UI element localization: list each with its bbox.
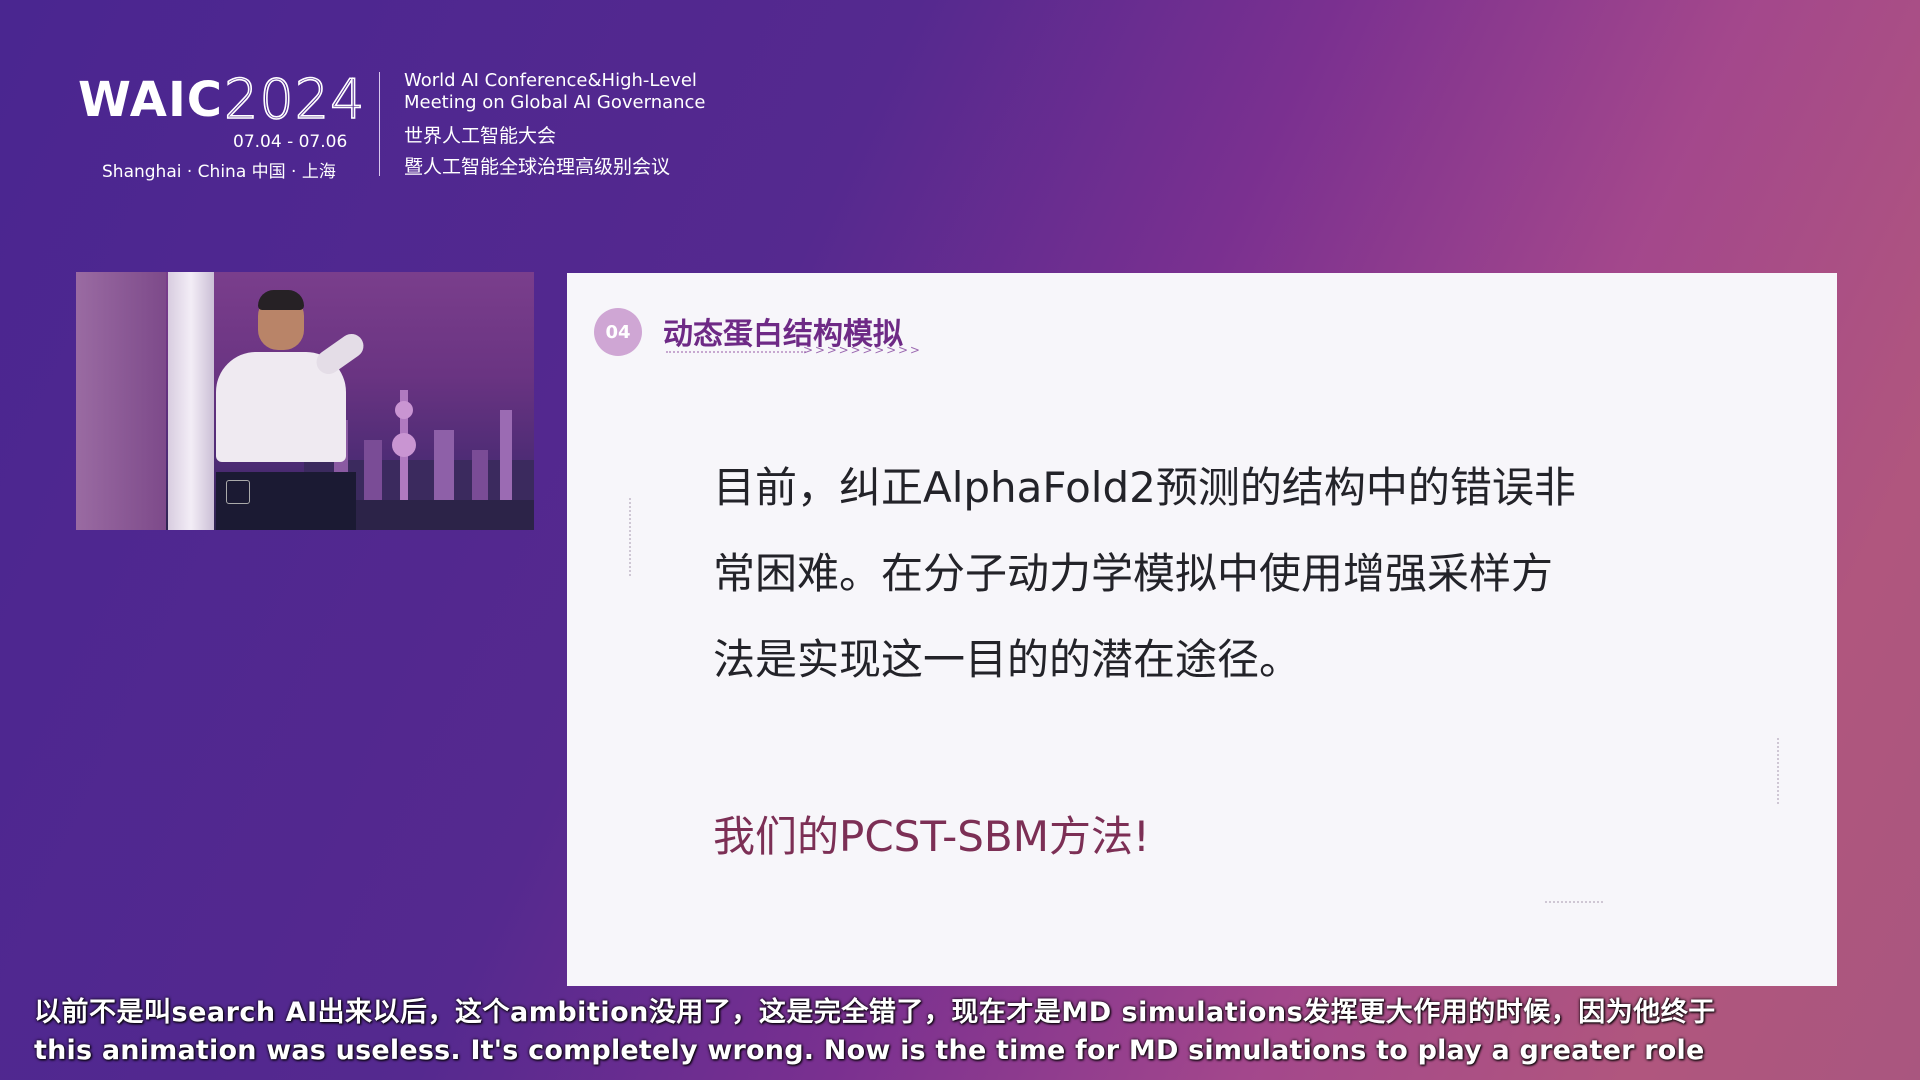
podium-logo — [226, 480, 250, 504]
bottom-decorative-line — [1545, 901, 1603, 903]
presentation-slide: 04 动态蛋白结构模拟 > > > > > > > > > > 目前，纠正Alp… — [567, 273, 1837, 986]
slide-highlight-text: 我们的PCST-SBM方法! — [713, 812, 1150, 861]
event-dates: 07.04 - 07.06 — [233, 132, 348, 152]
conference-name: World AI Conference&High-Level Meeting o… — [404, 70, 706, 183]
subtitles: 以前不是叫search AI出来以后，这个ambition没用了，这是完全错了，… — [34, 995, 1716, 1071]
logo-waic-text: WAIC — [78, 72, 224, 128]
speaker-video — [76, 272, 534, 530]
conference-name-en-line1: World AI Conference&High-Level — [404, 70, 697, 91]
right-decorative-line — [1777, 738, 1779, 804]
slide-body-text: 目前，纠正AlphaFold2预测的结构中的错误非 常困难。在分子动力学模拟中使… — [713, 445, 1753, 703]
slide-body-line: 常困难。在分子动力学模拟中使用增强采样方 — [713, 549, 1554, 598]
speaker-hair — [258, 290, 304, 310]
title-underline — [666, 351, 806, 353]
subtitle-english: this animation was useless. It's complet… — [34, 1035, 1705, 1066]
slide-body-line: 目前，纠正AlphaFold2预测的结构中的错误非 — [713, 463, 1576, 512]
logo-year-text: 2024 — [223, 67, 366, 132]
logo-divider — [379, 72, 380, 176]
event-location: Shanghai · China 中国 · 上海 — [102, 162, 336, 182]
slide-body-line: 法是实现这一目的的潜在途径。 — [713, 635, 1302, 684]
conference-name-en-line2: Meeting on Global AI Governance — [404, 92, 706, 113]
video-pillar — [168, 272, 214, 530]
subtitle-chinese: 以前不是叫search AI出来以后，这个ambition没用了，这是完全错了，… — [34, 997, 1716, 1028]
video-curtain — [76, 272, 166, 530]
conference-name-zh-line1: 世界人工智能大会 — [404, 125, 557, 147]
section-number-badge: 04 — [594, 308, 642, 356]
conference-name-zh-line2: 暨人工智能全球治理高级别会议 — [404, 156, 671, 178]
left-decorative-line — [629, 498, 631, 576]
chevron-decoration-icon: > > > > > > > > > > — [803, 343, 920, 357]
